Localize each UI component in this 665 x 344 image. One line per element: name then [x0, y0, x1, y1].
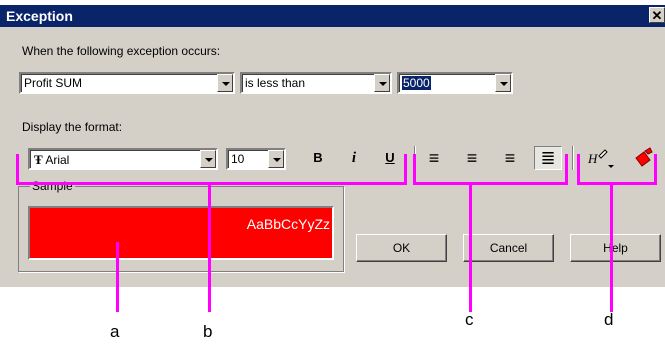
callout-label-d: d: [604, 310, 614, 329]
dialog-title: Exception: [6, 8, 73, 24]
callout-bracket-b-left: [16, 154, 19, 184]
callout-line-c: [469, 184, 472, 312]
sample-text: AaBbCcYyZz: [246, 216, 330, 232]
value-input[interactable]: 5000: [397, 72, 513, 94]
callout-bracket-c-right: [565, 154, 568, 184]
fill-color-icon: [635, 147, 653, 167]
title-bar: Exception ✕: [0, 5, 665, 27]
align-left-button[interactable]: ≡: [422, 146, 446, 170]
font-size-value: 10: [231, 152, 245, 166]
fill-color-button[interactable]: [630, 146, 656, 170]
close-button[interactable]: ✕: [649, 7, 665, 23]
callout-bracket-b-right: [404, 154, 407, 184]
align-center-button[interactable]: ≡: [460, 146, 484, 170]
callout-label-c: c: [465, 310, 474, 329]
font-size-select[interactable]: 10: [226, 148, 286, 170]
sample-preview: AaBbCcYyZz: [28, 206, 334, 260]
chevron-down-icon[interactable]: [495, 74, 511, 92]
align-center-icon: ≡: [466, 148, 478, 168]
callout-bracket-d-left: [577, 154, 580, 184]
condition-label: When the following exception occurs:: [22, 44, 221, 58]
value-input-text: 5000: [402, 76, 431, 90]
format-label: Display the format:: [22, 120, 123, 134]
font-name-select[interactable]: Ŧ Arial: [28, 148, 218, 170]
bold-button[interactable]: B: [306, 146, 330, 170]
font-name-value: Arial: [45, 153, 70, 167]
chevron-down-icon[interactable]: [374, 74, 390, 92]
callout-label-a: a: [110, 322, 120, 341]
chevron-down-icon[interactable]: [200, 150, 216, 168]
field-select-value: Profit SUM: [24, 76, 83, 90]
operator-select-value: is less than: [245, 76, 306, 90]
callout-bracket-d-right: [654, 154, 657, 184]
callout-line-d: [610, 184, 613, 312]
callout-bracket-b-bottom: [16, 182, 407, 185]
italic-button[interactable]: i: [342, 146, 366, 170]
truetype-font-icon: Ŧ: [34, 152, 43, 167]
align-justify-button[interactable]: ≣: [534, 146, 562, 170]
callout-line-b: [208, 184, 211, 312]
font-color-button[interactable]: H: [586, 146, 620, 170]
underline-button[interactable]: U: [378, 146, 402, 170]
font-color-icon: H: [587, 149, 614, 168]
callout-label-b: b: [203, 322, 213, 341]
align-right-icon: ≡: [504, 148, 516, 168]
callout-bracket-c-left: [413, 154, 416, 184]
operator-select[interactable]: is less than: [240, 72, 392, 94]
chevron-down-icon[interactable]: [268, 150, 284, 168]
svg-text:H: H: [587, 151, 598, 166]
callout-bracket-c-bottom: [413, 182, 568, 185]
toolbar-separator: [572, 146, 574, 170]
callout-bracket-d-bottom: [577, 182, 657, 185]
align-left-icon: ≡: [428, 148, 440, 168]
help-button[interactable]: Help: [570, 234, 661, 262]
callout-line-a: [116, 242, 119, 312]
close-icon: ✕: [651, 8, 663, 23]
cancel-button[interactable]: Cancel: [463, 234, 554, 262]
ok-button[interactable]: OK: [356, 234, 447, 262]
align-justify-icon: ≣: [540, 148, 556, 168]
field-select[interactable]: Profit SUM: [19, 72, 235, 94]
chevron-down-icon[interactable]: [217, 74, 233, 92]
align-right-button[interactable]: ≡: [498, 146, 522, 170]
